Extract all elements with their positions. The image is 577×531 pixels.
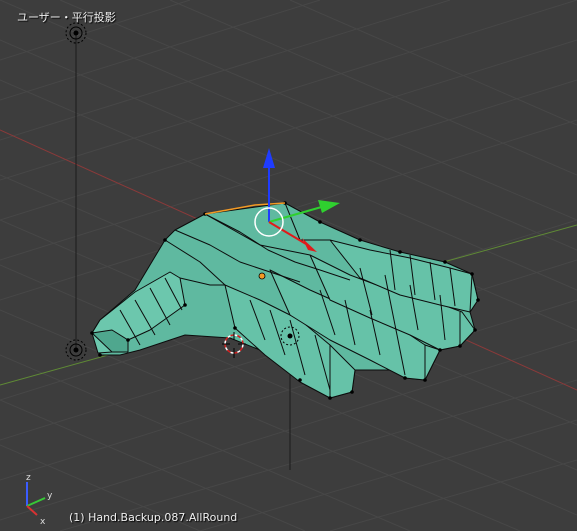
active-object-label: (1) Hand.Backup.087.AllRound (69, 511, 238, 524)
axis-x-label: x (40, 517, 46, 527)
view-mode-label: ユーザー・平行投影 (17, 11, 116, 24)
3d-viewport[interactable]: z y x ユーザー・平行投影 (1) Hand.Backup.087.AllR… (0, 0, 577, 531)
axis-z-label: z (26, 473, 31, 483)
axes-orientation-widget: z y x (26, 473, 53, 527)
viewport-canvas[interactable]: z y x (0, 0, 577, 531)
axis-y-label: y (47, 491, 53, 501)
object-origin (258, 272, 266, 280)
gizmo-y-arrow[interactable] (318, 200, 340, 213)
